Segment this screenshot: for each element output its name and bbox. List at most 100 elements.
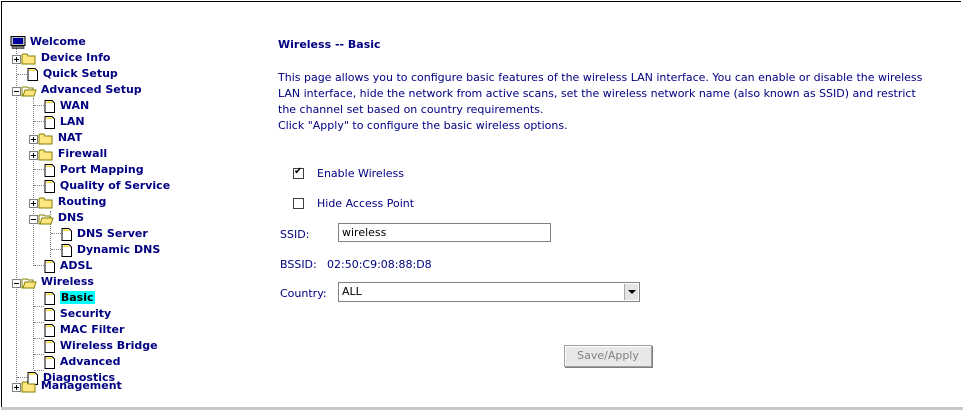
tree-item-adsl[interactable]: ADSL xyxy=(43,259,93,274)
tree-item-firewall[interactable]: Firewall xyxy=(38,147,108,162)
tree-item-lan[interactable]: LAN xyxy=(43,115,85,130)
tree-line xyxy=(33,98,34,266)
tree-label: Management xyxy=(40,379,122,392)
collapse-advanced-setup-toggle[interactable] xyxy=(12,87,21,96)
tree-label: LAN xyxy=(59,115,85,128)
folder-open-icon xyxy=(38,214,54,225)
country-select[interactable]: ALL xyxy=(338,282,640,302)
tree-item-mac-filter[interactable]: MAC Filter xyxy=(43,323,125,338)
tree-line xyxy=(34,322,44,323)
country-label: Country: xyxy=(280,287,327,300)
document-icon xyxy=(44,356,55,369)
tree-item-quick-setup[interactable]: Quick Setup xyxy=(26,67,118,82)
folder-icon xyxy=(38,197,53,209)
description-line: Click "Apply" to configure the basic wir… xyxy=(278,119,568,132)
tree-label: Advanced xyxy=(59,355,121,368)
page-description: This page allows you to configure basic … xyxy=(278,70,948,134)
tree-line xyxy=(34,306,44,307)
tree-item-dns-server[interactable]: DNS Server xyxy=(60,227,148,242)
document-icon xyxy=(44,180,55,193)
expand-firewall-toggle[interactable] xyxy=(29,151,38,160)
enable-wireless-label: Enable Wireless xyxy=(317,167,404,180)
enable-wireless-checkbox[interactable] xyxy=(293,166,304,179)
folder-icon xyxy=(38,133,53,145)
tree-label: Routing xyxy=(57,195,107,208)
tree-label: WAN xyxy=(59,99,90,112)
folder-open-icon xyxy=(21,278,37,289)
tree-label: NAT xyxy=(57,131,83,144)
collapse-dns-toggle[interactable] xyxy=(29,215,38,224)
tree-label: Advanced Setup xyxy=(40,83,142,96)
tree-item-device-info[interactable]: Device Info xyxy=(21,51,111,66)
ssid-input[interactable]: wireless xyxy=(338,223,551,242)
tree-label: DNS Server xyxy=(76,227,148,240)
expand-management-toggle[interactable] xyxy=(12,383,21,392)
ssid-label: SSID: xyxy=(280,228,310,241)
tree-label: Wireless xyxy=(40,275,94,288)
tree-label: Quality of Service xyxy=(59,179,171,192)
country-selected-value: ALL xyxy=(342,285,362,298)
tree-label: Firewall xyxy=(57,147,108,160)
tree-label: Security xyxy=(59,307,112,320)
main-content: Wireless -- Basic This page allows you t… xyxy=(277,0,957,400)
document-icon xyxy=(44,308,55,321)
document-icon xyxy=(61,244,72,257)
folder-icon xyxy=(38,149,53,161)
folder-open-icon xyxy=(21,86,37,97)
tree-label: Dynamic DNS xyxy=(76,243,161,256)
navigation-tree: Welcome Device Info Quick Setup Advanced… xyxy=(10,35,260,396)
save-apply-button[interactable]: Save/Apply xyxy=(564,345,652,367)
tree-item-advanced[interactable]: Advanced xyxy=(43,355,121,370)
document-icon xyxy=(44,260,55,273)
bssid-value: 02:50:C9:08:88:D8 xyxy=(327,258,432,271)
expand-device-info-toggle[interactable] xyxy=(12,55,21,64)
frame-bottom-edge xyxy=(1,407,963,410)
document-icon xyxy=(27,68,38,81)
folder-icon xyxy=(21,381,36,393)
tree-item-quality-of-service[interactable]: Quality of Service xyxy=(43,179,171,194)
tree-label: Device Info xyxy=(40,51,111,64)
document-icon xyxy=(44,340,55,353)
dropdown-arrow-icon[interactable] xyxy=(624,284,638,300)
tree-item-advanced-setup[interactable]: Advanced Setup xyxy=(21,83,142,98)
tree-label: Welcome xyxy=(29,35,86,48)
tree-line xyxy=(33,285,34,369)
tree-label: Port Mapping xyxy=(59,163,144,176)
tree-item-nat[interactable]: NAT xyxy=(38,131,83,146)
tree-item-port-mapping[interactable]: Port Mapping xyxy=(43,163,144,178)
hide-access-point-checkbox[interactable] xyxy=(293,198,304,209)
description-line: This page allows you to configure basic … xyxy=(278,71,923,84)
tree-item-wireless-bridge[interactable]: Wireless Bridge xyxy=(43,339,158,354)
tree-item-wireless[interactable]: Wireless xyxy=(21,275,94,290)
page-title: Wireless -- Basic xyxy=(278,38,381,51)
tree-item-routing[interactable]: Routing xyxy=(38,195,107,210)
tree-label: DNS xyxy=(57,211,85,224)
document-icon xyxy=(44,100,55,113)
folder-icon xyxy=(21,53,36,65)
document-icon xyxy=(44,116,55,129)
tree-item-basic[interactable]: Basic xyxy=(43,291,95,306)
computer-icon xyxy=(10,36,26,49)
expand-nat-toggle[interactable] xyxy=(29,135,38,144)
tree-item-dns[interactable]: DNS xyxy=(38,211,85,226)
tree-item-security[interactable]: Security xyxy=(43,307,112,322)
tree-line xyxy=(34,338,44,339)
collapse-wireless-toggle[interactable] xyxy=(12,279,21,288)
tree-item-dynamic-dns[interactable]: Dynamic DNS xyxy=(60,243,161,258)
tree-label: ADSL xyxy=(59,259,93,272)
tree-label: Wireless Bridge xyxy=(59,339,158,352)
hide-access-point-label: Hide Access Point xyxy=(317,197,415,210)
document-icon xyxy=(44,324,55,337)
tree-label: Quick Setup xyxy=(42,67,118,80)
description-line: LAN interface, hide the network from act… xyxy=(278,87,916,100)
document-icon xyxy=(61,228,72,241)
tree-item-welcome[interactable]: Welcome xyxy=(10,35,86,50)
document-icon xyxy=(44,292,55,305)
tree-label: MAC Filter xyxy=(59,323,125,336)
tree-item-wan[interactable]: WAN xyxy=(43,99,90,114)
tree-item-management[interactable]: Management xyxy=(21,379,122,394)
tree-line xyxy=(16,48,17,392)
document-icon xyxy=(44,164,55,177)
expand-routing-toggle[interactable] xyxy=(29,199,38,208)
tree-label-selected: Basic xyxy=(59,291,95,304)
